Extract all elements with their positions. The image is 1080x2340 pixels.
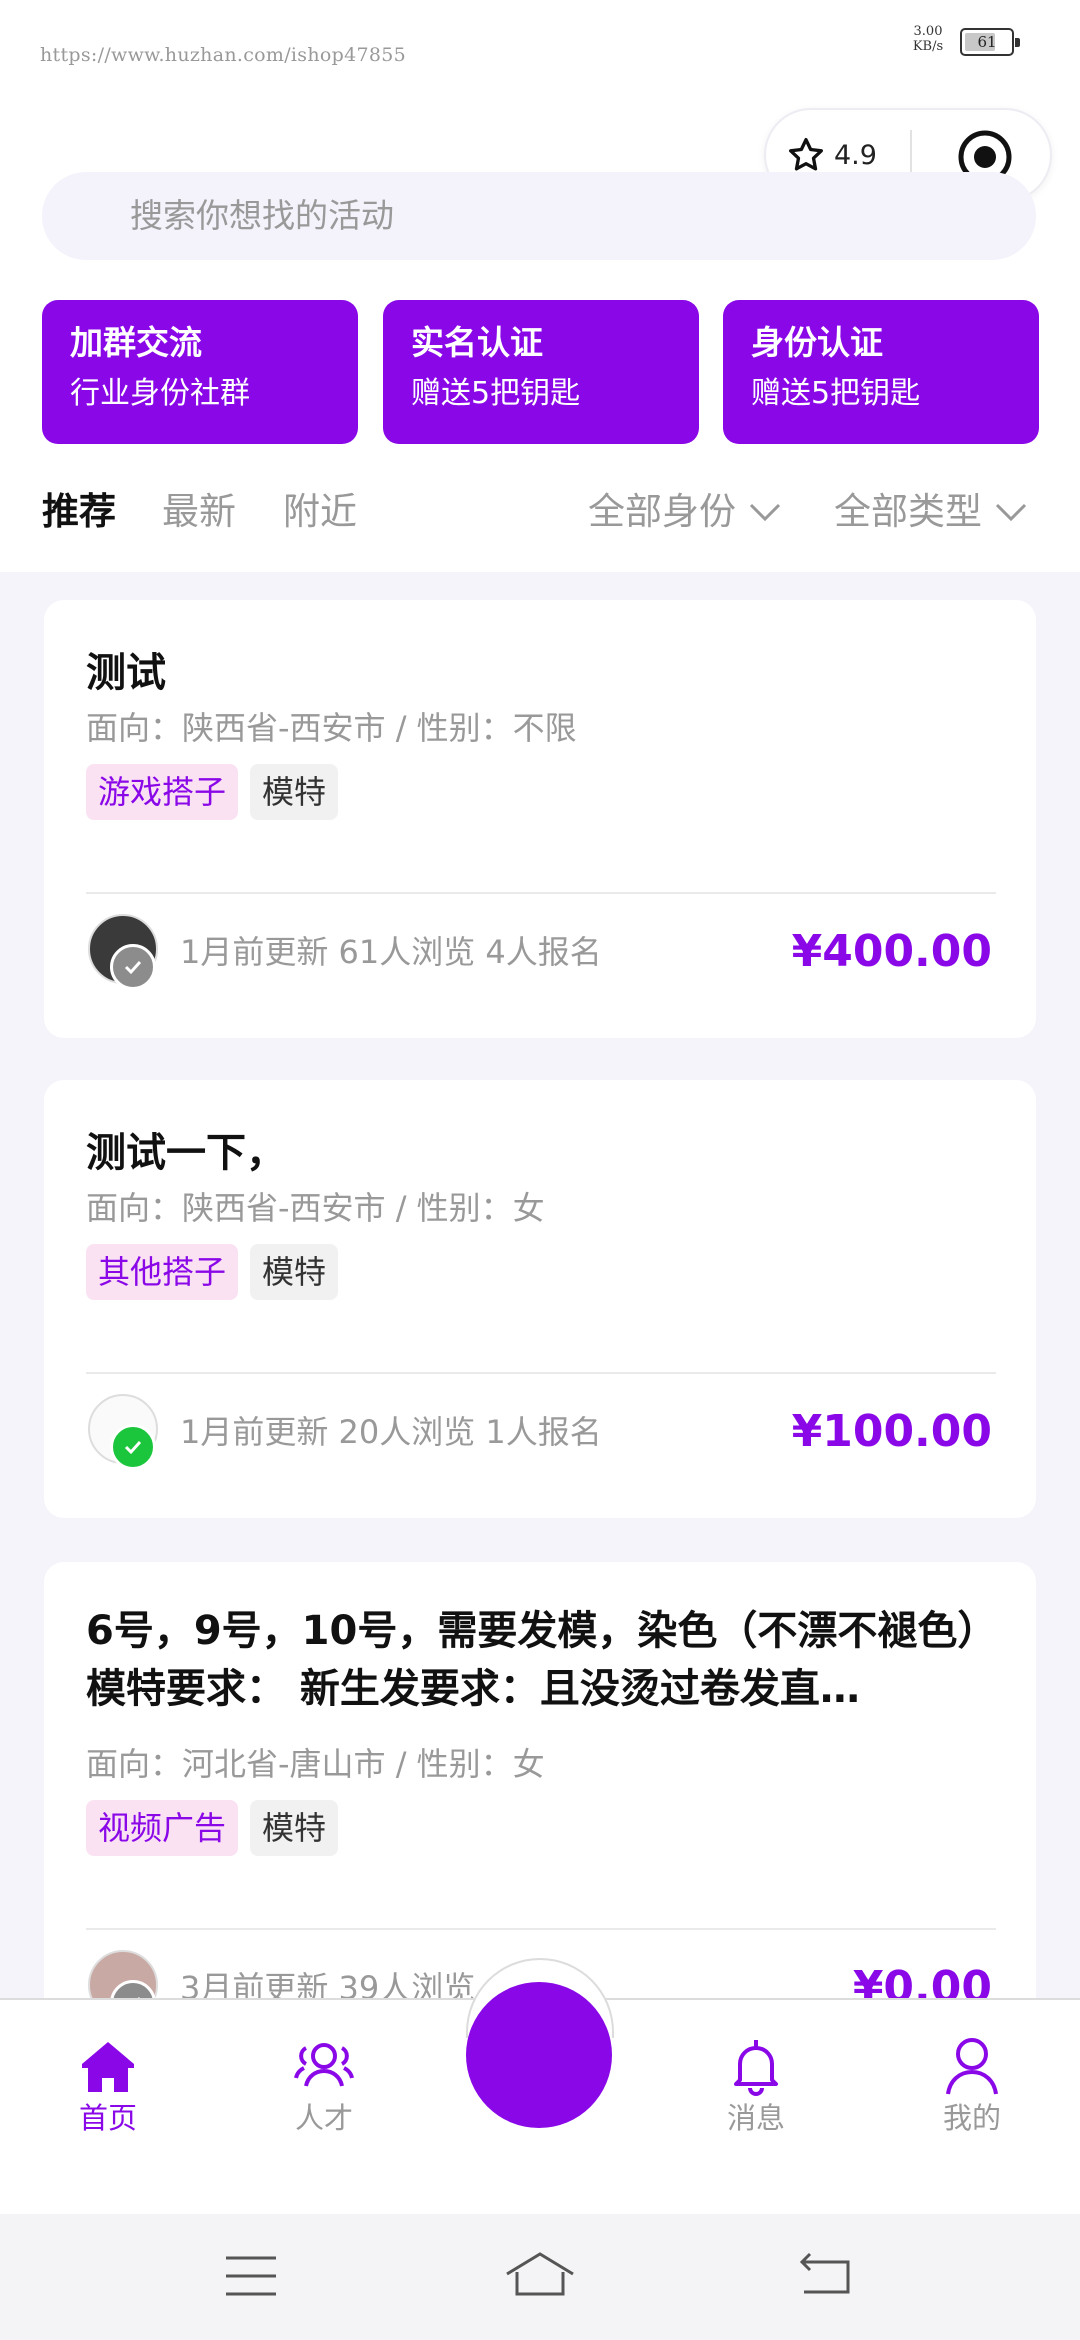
avatar [88,914,158,990]
card-meta: 面向：陕西省-西安市 / 性别：不限 [86,709,577,747]
back-icon [799,2252,850,2294]
chevron-down-icon [749,503,781,522]
activity-list: 测试 面向：陕西省-西安市 / 性别：不限 游戏搭子 模特 1月前更新 61人浏… [0,572,1080,2082]
role-tag: 模特 [250,764,339,820]
banner-title: 实名认证 [411,323,543,362]
card-stats: 1月前更新 20人浏览 1人报名 [180,1413,602,1451]
network-speed: 3.00 KB/s [908,24,948,54]
card-meta: 面向：陕西省-西安市 / 性别：女 [86,1189,545,1227]
system-menu-button[interactable] [196,2246,306,2306]
identity-filter-dropdown[interactable]: 全部身份 [588,480,782,544]
tab-messages[interactable]: 消息 [686,2034,826,2138]
user-icon [946,2038,998,2095]
card-title: 测试一下， [86,1130,286,1176]
tab-home[interactable]: 首页 [38,2034,178,2138]
menu-icon [226,2256,276,2296]
type-filter-dropdown[interactable]: 全部类型 [834,480,1028,544]
network-speed-unit: KB/s [912,39,944,54]
feed-tabs: 推荐 最新 附近 全部身份 全部类型 [0,480,1080,544]
card-tags: 其他搭子 模特 [86,1244,339,1300]
tab-profile[interactable]: 我的 [902,2034,1042,2138]
home-outline-icon [506,2252,574,2296]
card-title: 测试 [86,650,166,696]
star-icon [789,138,823,171]
system-home-button[interactable] [485,2246,595,2306]
category-tag: 游戏搭子 [86,764,239,820]
card-divider [86,1372,996,1374]
home-icon [82,2042,134,2092]
banner-join-group[interactable]: 加群交流 行业身份社群 [42,300,358,444]
system-navigation-bar [0,2214,1080,2340]
banner-subtitle: 赠送5把钥匙 [751,376,921,411]
card-price: ¥100.00 [791,1406,992,1457]
banner-realname-verify[interactable]: 实名认证 赠送5把钥匙 [383,300,699,444]
avatar [88,1394,158,1470]
rating-value: 4.9 [834,139,877,171]
battery-icon: 61 [960,28,1020,56]
card-divider [86,892,996,894]
banner-title: 身份认证 [751,323,883,362]
tab-label: 首页 [78,2101,137,2135]
network-speed-value: 3.00 [913,24,943,39]
card-price: ¥400.00 [791,926,992,977]
tab-label: 我的 [942,2101,1001,2135]
type-filter-label: 全部类型 [834,490,982,533]
banner-subtitle: 行业身份社群 [70,376,250,411]
tab-label: 人才 [294,2101,353,2135]
verified-check-icon [110,944,156,990]
activity-card[interactable]: 测试 面向：陕西省-西安市 / 性别：不限 游戏搭子 模特 1月前更新 61人浏… [44,600,1036,1038]
tab-latest[interactable]: 最新 [162,480,236,544]
card-stats: 1月前更新 61人浏览 4人报名 [180,933,602,971]
chevron-down-icon [995,503,1027,522]
tab-label: 消息 [726,2101,785,2135]
search-placeholder: 搜索你想找的活动 [130,196,394,235]
publish-button[interactable] [466,1982,612,2128]
status-bar: https://www.huzhan.com/ishop47855 3.00 K… [0,0,1080,100]
card-divider [86,1928,996,1930]
banner-identity-verify[interactable]: 身份认证 赠送5把钥匙 [723,300,1039,444]
people-icon [294,2043,354,2087]
card-title: 6号，9号，10号，需要发模，染色（不漂不褪色） 模特要求： 新生发要求：且没烫… [86,1608,998,1712]
battery-level: 61 [977,33,997,51]
card-tags: 游戏搭子 模特 [86,764,339,820]
system-back-button[interactable] [768,2246,878,2306]
verified-check-icon [110,1424,156,1470]
card-meta: 面向：河北省-唐山市 / 性别：女 [86,1745,545,1783]
role-tag: 模特 [250,1244,339,1300]
search-input[interactable]: 搜索你想找的活动 [42,172,1036,260]
tab-nearby[interactable]: 附近 [283,480,357,544]
activity-card[interactable]: 测试一下， 面向：陕西省-西安市 / 性别：女 其他搭子 模特 1月前更新 20… [44,1080,1036,1518]
category-tag: 视频广告 [86,1800,239,1856]
card-tags: 视频广告 模特 [86,1800,339,1856]
bell-icon [734,2040,778,2096]
banner-subtitle: 赠送5把钥匙 [411,376,581,411]
tab-talent[interactable]: 人才 [254,2034,394,2138]
identity-filter-label: 全部身份 [588,490,736,533]
banner-title: 加群交流 [70,323,202,362]
category-tag: 其他搭子 [86,1244,239,1300]
role-tag: 模特 [250,1800,339,1856]
status-url: https://www.huzhan.com/ishop47855 [40,44,407,66]
tab-recommend[interactable]: 推荐 [42,480,116,544]
